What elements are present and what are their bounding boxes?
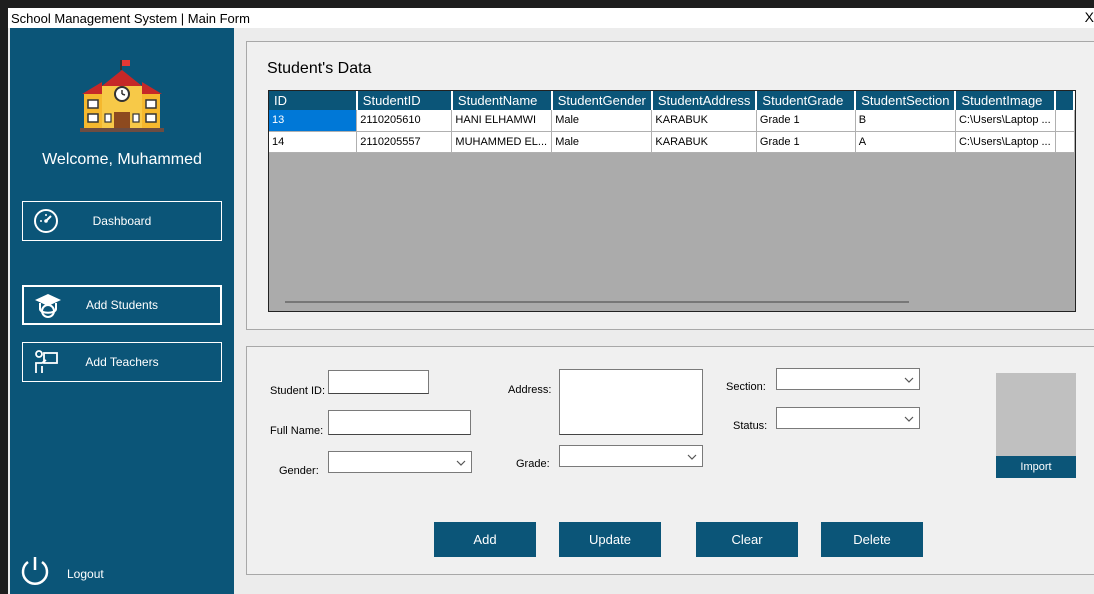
table-row[interactable]: 14 2110205557 MUHAMMED EL... Male KARABU… — [269, 131, 1075, 153]
page-title: Student's Data — [267, 60, 372, 77]
table-cell[interactable]: 2110205610 — [356, 110, 453, 132]
students-data-panel: Student's Data ID StudentID StudentName … — [246, 41, 1094, 330]
gender-select[interactable] — [328, 451, 472, 473]
column-header[interactable]: StudentID — [356, 91, 453, 110]
column-header[interactable]: ID — [269, 91, 358, 110]
table-cell[interactable]: Male — [551, 110, 653, 132]
chevron-down-icon — [456, 455, 466, 473]
add-teachers-label: Add Teachers — [85, 355, 159, 369]
grid-header-row: ID StudentID StudentName StudentGender S… — [269, 91, 1075, 110]
student-id-label: Student ID: — [270, 385, 326, 397]
column-header[interactable]: StudentName — [451, 91, 553, 110]
table-cell[interactable]: 13 — [269, 110, 358, 132]
grade-select[interactable] — [559, 445, 703, 467]
school-logo-icon — [80, 60, 164, 137]
dashboard-button[interactable]: Dashboard — [22, 201, 222, 241]
sidebar: Welcome, Muhammed Dashboard Add Students… — [10, 28, 234, 594]
full-name-input[interactable] — [328, 410, 471, 435]
table-cell[interactable]: C:\Users\Laptop ... — [955, 131, 1056, 153]
chevron-down-icon — [904, 372, 914, 390]
status-select[interactable] — [776, 407, 920, 429]
table-row[interactable]: 13 2110205610 HANI ELHAMWI Male KARABUK … — [269, 110, 1075, 132]
table-cell[interactable]: Grade 1 — [756, 131, 856, 153]
column-header-overflow — [1055, 91, 1075, 110]
column-header[interactable]: StudentAddress — [651, 91, 758, 110]
update-button[interactable]: Update — [559, 522, 661, 557]
section-label: Section: — [726, 381, 766, 393]
add-students-label: Add Students — [85, 298, 159, 312]
table-cell[interactable]: Male — [551, 131, 653, 153]
table-cell[interactable]: HANI ELHAMWI — [451, 110, 553, 132]
dashboard-label: Dashboard — [92, 214, 152, 228]
table-cell[interactable]: KARABUK — [651, 110, 757, 132]
close-button[interactable]: X — [1085, 9, 1094, 25]
table-cell[interactable]: B — [855, 110, 956, 132]
students-grid[interactable]: ID StudentID StudentName StudentGender S… — [268, 90, 1076, 312]
add-students-button[interactable]: Add Students — [22, 285, 222, 325]
table-cell-overflow — [1055, 110, 1075, 132]
delete-button[interactable]: Delete — [821, 522, 923, 557]
table-cell[interactable]: MUHAMMED EL... — [451, 131, 553, 153]
gender-label: Gender: — [279, 465, 319, 477]
address-label: Address: — [508, 384, 552, 396]
full-name-label: Full Name: — [270, 425, 324, 437]
column-header[interactable]: StudentGrade — [756, 91, 857, 110]
table-cell-overflow — [1055, 131, 1075, 153]
column-header[interactable]: StudentImage — [955, 91, 1057, 110]
title-bar: School Management System | Main Form X — [8, 8, 1094, 28]
table-cell[interactable]: Grade 1 — [756, 110, 856, 132]
column-header[interactable]: StudentGender — [551, 91, 653, 110]
address-input[interactable] — [559, 369, 703, 435]
welcome-text: Welcome, Muhammed — [42, 151, 202, 168]
student-photo-box — [996, 373, 1076, 458]
window-title: School Management System | Main Form — [11, 11, 250, 26]
horizontal-scrollbar[interactable] — [285, 301, 909, 303]
main-window: School Management System | Main Form X W… — [8, 8, 1094, 594]
import-button[interactable]: Import — [996, 456, 1076, 478]
logout-label: Logout — [67, 567, 104, 581]
student-id-input[interactable] — [328, 370, 429, 394]
table-cell[interactable]: KARABUK — [651, 131, 757, 153]
grade-label: Grade: — [516, 458, 550, 470]
logout-button[interactable]: Logout — [18, 554, 104, 593]
table-cell[interactable]: 14 — [269, 131, 358, 153]
add-button[interactable]: Add — [434, 522, 536, 557]
chevron-down-icon — [687, 449, 697, 467]
table-cell[interactable]: A — [855, 131, 956, 153]
chevron-down-icon — [904, 411, 914, 429]
status-label: Status: — [733, 420, 768, 432]
table-cell[interactable]: C:\Users\Laptop ... — [955, 110, 1056, 132]
table-cell[interactable]: 2110205557 — [356, 131, 453, 153]
student-form-panel: Student ID: Full Name: Gender: Address: … — [246, 346, 1094, 575]
clear-button[interactable]: Clear — [696, 522, 798, 557]
power-icon — [18, 554, 52, 593]
section-select[interactable] — [776, 368, 920, 390]
column-header[interactable]: StudentSection — [855, 91, 957, 110]
add-teachers-button[interactable]: Add Teachers — [22, 342, 222, 382]
